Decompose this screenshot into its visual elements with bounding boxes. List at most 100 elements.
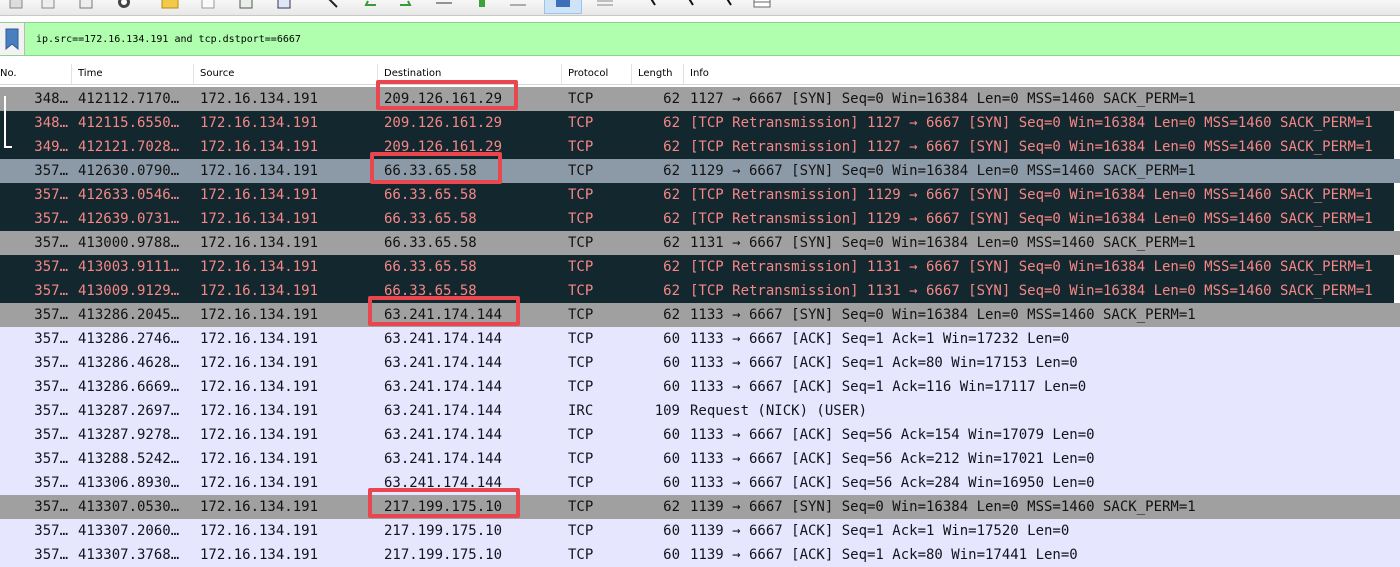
packet-row[interactable]: 357… 413009.9129… 172.16.134.191 66.33.65.5… bbox=[0, 279, 1400, 303]
column-header-protocol[interactable]: Protocol bbox=[562, 64, 632, 84]
packet-destination: 66.33.65.58 bbox=[384, 163, 477, 179]
packet-number: 357… bbox=[34, 331, 68, 347]
packet-time: 412639.0731… bbox=[78, 211, 180, 227]
packet-row[interactable]: 357… 413306.8930… 172.16.134.191 63.241.174… bbox=[0, 471, 1400, 495]
packet-info: [TCP Retransmission] 1131 → 6667 [SYN] S… bbox=[690, 259, 1373, 275]
go-forward-icon[interactable] bbox=[396, 0, 416, 11]
reload-icon[interactable] bbox=[114, 0, 134, 11]
packet-time: 412630.0790… bbox=[78, 163, 180, 179]
save-icon[interactable] bbox=[38, 0, 58, 11]
packet-info: 1133 → 6667 [SYN] Seq=0 Win=16384 Len=0 … bbox=[690, 307, 1196, 323]
filter-bookmark-button[interactable] bbox=[0, 23, 25, 55]
row-overflow-edge bbox=[1394, 255, 1400, 279]
packet-number: 357… bbox=[34, 451, 68, 467]
packet-row[interactable]: 357… 413003.9111… 172.16.134.191 66.33.65.5… bbox=[0, 255, 1400, 279]
packet-protocol: TCP bbox=[568, 235, 594, 251]
packet-row[interactable]: 357… 413286.4628… 172.16.134.191 63.241.174… bbox=[0, 351, 1400, 375]
packet-info: 1133 → 6667 [ACK] Seq=1 Ack=1 Win=17232 … bbox=[690, 331, 1070, 347]
packet-number: 357… bbox=[34, 307, 68, 323]
packet-row[interactable]: 348… 412115.6550… 172.16.134.191 209.126.16… bbox=[0, 111, 1400, 135]
print-icon[interactable] bbox=[198, 0, 218, 11]
packet-source: 172.16.134.191 bbox=[200, 139, 319, 155]
close-file-icon[interactable] bbox=[76, 0, 96, 11]
column-header-source[interactable]: Source bbox=[194, 64, 378, 84]
packet-info: 1139 → 6667 [ACK] Seq=1 Ack=80 Win=17441… bbox=[690, 547, 1078, 563]
go-back-icon[interactable] bbox=[274, 0, 294, 11]
packet-row[interactable]: 357… 413307.2060… 172.16.134.191 217.199.17… bbox=[0, 519, 1400, 543]
packet-info: 1139 → 6667 [ACK] Seq=1 Ack=1 Win=17520 … bbox=[690, 523, 1070, 539]
packet-time: 413003.9111… bbox=[78, 259, 180, 275]
packet-source: 172.16.134.191 bbox=[200, 403, 319, 419]
packet-length: 60 bbox=[663, 331, 680, 347]
packet-number: 357… bbox=[34, 211, 68, 227]
packet-row[interactable]: 357… 413286.2746… 172.16.134.191 63.241.174… bbox=[0, 327, 1400, 351]
packet-time: 413287.9278… bbox=[78, 427, 180, 443]
find-packet-icon[interactable] bbox=[236, 0, 256, 11]
zoom-normal-icon[interactable] bbox=[716, 0, 736, 11]
packet-row[interactable]: 357… 413307.3768… 172.16.134.191 217.199.17… bbox=[0, 543, 1400, 567]
packet-destination: 63.241.174.144 bbox=[384, 427, 503, 443]
packet-row[interactable]: 357… 413287.2697… 172.16.134.191 63.241.174… bbox=[0, 399, 1400, 423]
packet-destination: 66.33.65.58 bbox=[384, 187, 477, 203]
main-toolbar bbox=[0, 0, 1400, 16]
packet-row[interactable]: 357… 412630.0790… 172.16.134.191 66.33.65.5… bbox=[0, 159, 1400, 183]
packet-row[interactable]: 357… 413286.6669… 172.16.134.191 63.241.174… bbox=[0, 375, 1400, 399]
conversation-bracket bbox=[4, 96, 12, 148]
zoom-out-icon[interactable] bbox=[678, 0, 698, 11]
row-overflow-edge bbox=[1394, 279, 1400, 303]
packet-number: 357… bbox=[34, 355, 68, 371]
packet-time: 413307.3768… bbox=[78, 547, 180, 563]
packet-row[interactable]: 357… 413307.0530… 172.16.134.191 217.199.17… bbox=[0, 495, 1400, 519]
last-packet-icon[interactable] bbox=[472, 0, 492, 11]
packet-list-header: No. Time Source Destination Protocol Len… bbox=[0, 64, 1400, 85]
packet-number: 357… bbox=[34, 547, 68, 563]
resize-columns-icon[interactable] bbox=[590, 0, 620, 11]
column-header-destination[interactable]: Destination bbox=[378, 64, 562, 84]
row-overflow-edge bbox=[1394, 207, 1400, 231]
column-header-length[interactable]: Length bbox=[632, 64, 684, 84]
colorize-icon[interactable] bbox=[544, 0, 582, 14]
packet-number: 357… bbox=[34, 283, 68, 299]
packet-row[interactable]: 349… 412121.7028… 172.16.134.191 209.126.16… bbox=[0, 135, 1400, 159]
packet-row[interactable]: 357… 413287.9278… 172.16.134.191 63.241.174… bbox=[0, 423, 1400, 447]
column-header-time[interactable]: Time bbox=[72, 64, 194, 84]
display-filter-input[interactable] bbox=[28, 25, 1388, 53]
zoom-in-icon[interactable] bbox=[640, 0, 660, 11]
packet-destination: 63.241.174.144 bbox=[384, 475, 503, 491]
packet-row[interactable]: 357… 412633.0546… 172.16.134.191 66.33.65.5… bbox=[0, 183, 1400, 207]
packet-source: 172.16.134.191 bbox=[200, 187, 319, 203]
first-packet-icon[interactable] bbox=[434, 0, 454, 11]
packet-destination: 217.199.175.10 bbox=[384, 547, 503, 563]
packet-protocol: TCP bbox=[568, 163, 594, 179]
go-back-arrow-icon[interactable] bbox=[360, 0, 380, 11]
packet-row[interactable]: 357… 412639.0731… 172.16.134.191 66.33.65.5… bbox=[0, 207, 1400, 231]
column-header-info[interactable]: Info bbox=[684, 64, 1400, 84]
folder-icon[interactable] bbox=[160, 0, 180, 11]
packet-row[interactable]: 357… 413288.5242… 172.16.134.191 63.241.174… bbox=[0, 447, 1400, 471]
packet-length: 60 bbox=[663, 475, 680, 491]
go-to-packet-icon[interactable] bbox=[322, 0, 342, 11]
packet-info: 1127 → 6667 [SYN] Seq=0 Win=16384 Len=0 … bbox=[690, 91, 1196, 107]
packet-protocol: TCP bbox=[568, 547, 594, 563]
packet-destination: 66.33.65.58 bbox=[384, 235, 477, 251]
packet-destination: 63.241.174.144 bbox=[384, 355, 503, 371]
packet-length: 60 bbox=[663, 547, 680, 563]
autoscroll-icon[interactable] bbox=[508, 0, 528, 11]
packet-list: 348… 412112.7170… 172.16.134.191 209.126.16… bbox=[0, 87, 1400, 567]
packet-info: [TCP Retransmission] 1129 → 6667 [SYN] S… bbox=[690, 211, 1373, 227]
packet-row[interactable]: 348… 412112.7170… 172.16.134.191 209.126.16… bbox=[0, 87, 1400, 111]
packet-row[interactable]: 357… 413000.9788… 172.16.134.191 66.33.65.5… bbox=[0, 231, 1400, 255]
packet-row[interactable]: 357… 413286.2045… 172.16.134.191 63.241.174… bbox=[0, 303, 1400, 327]
packet-protocol: TCP bbox=[568, 355, 594, 371]
open-file-icon[interactable] bbox=[6, 0, 26, 11]
packet-number: 357… bbox=[34, 259, 68, 275]
packet-destination: 63.241.174.144 bbox=[384, 451, 503, 467]
packet-time: 413288.5242… bbox=[78, 451, 180, 467]
packet-source: 172.16.134.191 bbox=[200, 547, 319, 563]
packet-length: 60 bbox=[663, 355, 680, 371]
packet-source: 172.16.134.191 bbox=[200, 499, 319, 515]
packet-source: 172.16.134.191 bbox=[200, 331, 319, 347]
table-columns-icon[interactable] bbox=[752, 0, 772, 11]
packet-length: 62 bbox=[663, 259, 680, 275]
column-header-no[interactable]: No. bbox=[0, 64, 72, 84]
